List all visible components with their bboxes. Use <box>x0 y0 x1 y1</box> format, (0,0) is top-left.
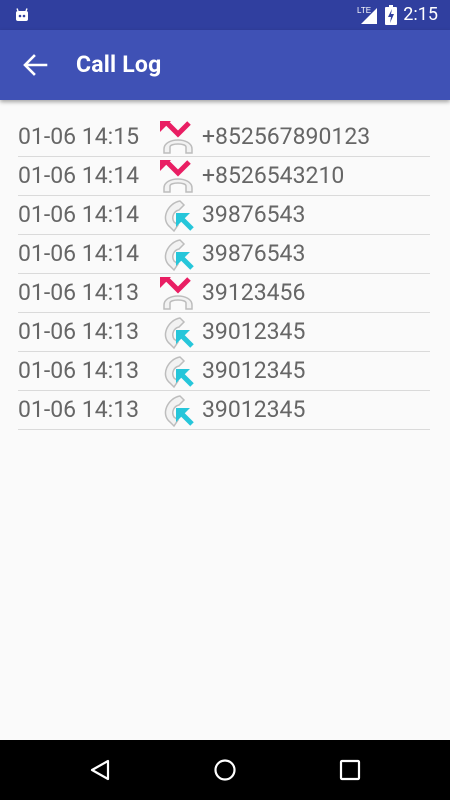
android-notification-icon <box>16 8 28 21</box>
call-number: 39012345 <box>202 396 306 423</box>
call-log-row[interactable]: 01-06 14:13 39012345 <box>18 313 430 352</box>
call-log-row[interactable]: 01-06 14:14 39876543 <box>18 235 430 274</box>
back-triangle-icon[interactable] <box>88 758 112 782</box>
recents-square-icon[interactable] <box>338 758 362 782</box>
status-bar: LTE 2:15 <box>0 0 450 30</box>
incoming-missed-icon <box>160 121 193 154</box>
call-time: 01-06 14:14 <box>18 162 140 189</box>
call-time: 01-06 14:13 <box>18 318 140 345</box>
call-log-list: 01-06 14:15 +852567890123 01-06 14:14 +8… <box>18 118 430 430</box>
home-circle-icon[interactable] <box>213 758 237 782</box>
call-number: 39012345 <box>202 318 306 345</box>
call-time: 01-06 14:14 <box>18 240 140 267</box>
incoming-missed-icon <box>160 160 193 193</box>
app-bar: Call Log <box>0 30 450 100</box>
call-number: 39876543 <box>202 240 306 267</box>
call-log-row[interactable]: 01-06 14:14 39876543 <box>18 196 430 235</box>
outgoing-call-icon <box>164 200 194 233</box>
call-time: 01-06 14:13 <box>18 279 140 306</box>
call-number: 39123456 <box>202 279 306 306</box>
call-number: +852567890123 <box>202 123 371 150</box>
call-number: 39012345 <box>202 357 306 384</box>
call-time: 01-06 14:13 <box>18 357 140 384</box>
outgoing-call-icon <box>164 317 194 350</box>
outgoing-call-icon <box>164 356 194 389</box>
lte-signal-icon: LTE <box>357 6 378 24</box>
svg-text:LTE: LTE <box>357 6 371 15</box>
incoming-missed-icon <box>160 277 193 310</box>
call-number: +8526543210 <box>202 162 345 189</box>
outgoing-call-icon <box>164 395 194 428</box>
status-time: 2:15 <box>403 4 438 25</box>
call-number: 39876543 <box>202 201 306 228</box>
battery-charging-icon <box>385 5 398 25</box>
call-time: 01-06 14:15 <box>18 123 140 150</box>
call-time: 01-06 14:14 <box>18 201 140 228</box>
call-log-row[interactable]: 01-06 14:14 +8526543210 <box>18 157 430 196</box>
call-log-row[interactable]: 01-06 14:13 39123456 <box>18 274 430 313</box>
call-log-row[interactable]: 01-06 14:15 +852567890123 <box>18 118 430 157</box>
navigation-bar <box>0 740 450 800</box>
call-time: 01-06 14:13 <box>18 396 140 423</box>
arrow-left-icon[interactable] <box>22 52 48 78</box>
call-log-row[interactable]: 01-06 14:13 39012345 <box>18 391 430 430</box>
call-log-row[interactable]: 01-06 14:13 39012345 <box>18 352 430 391</box>
page-title: Call Log <box>76 51 162 78</box>
outgoing-call-icon <box>164 239 194 272</box>
